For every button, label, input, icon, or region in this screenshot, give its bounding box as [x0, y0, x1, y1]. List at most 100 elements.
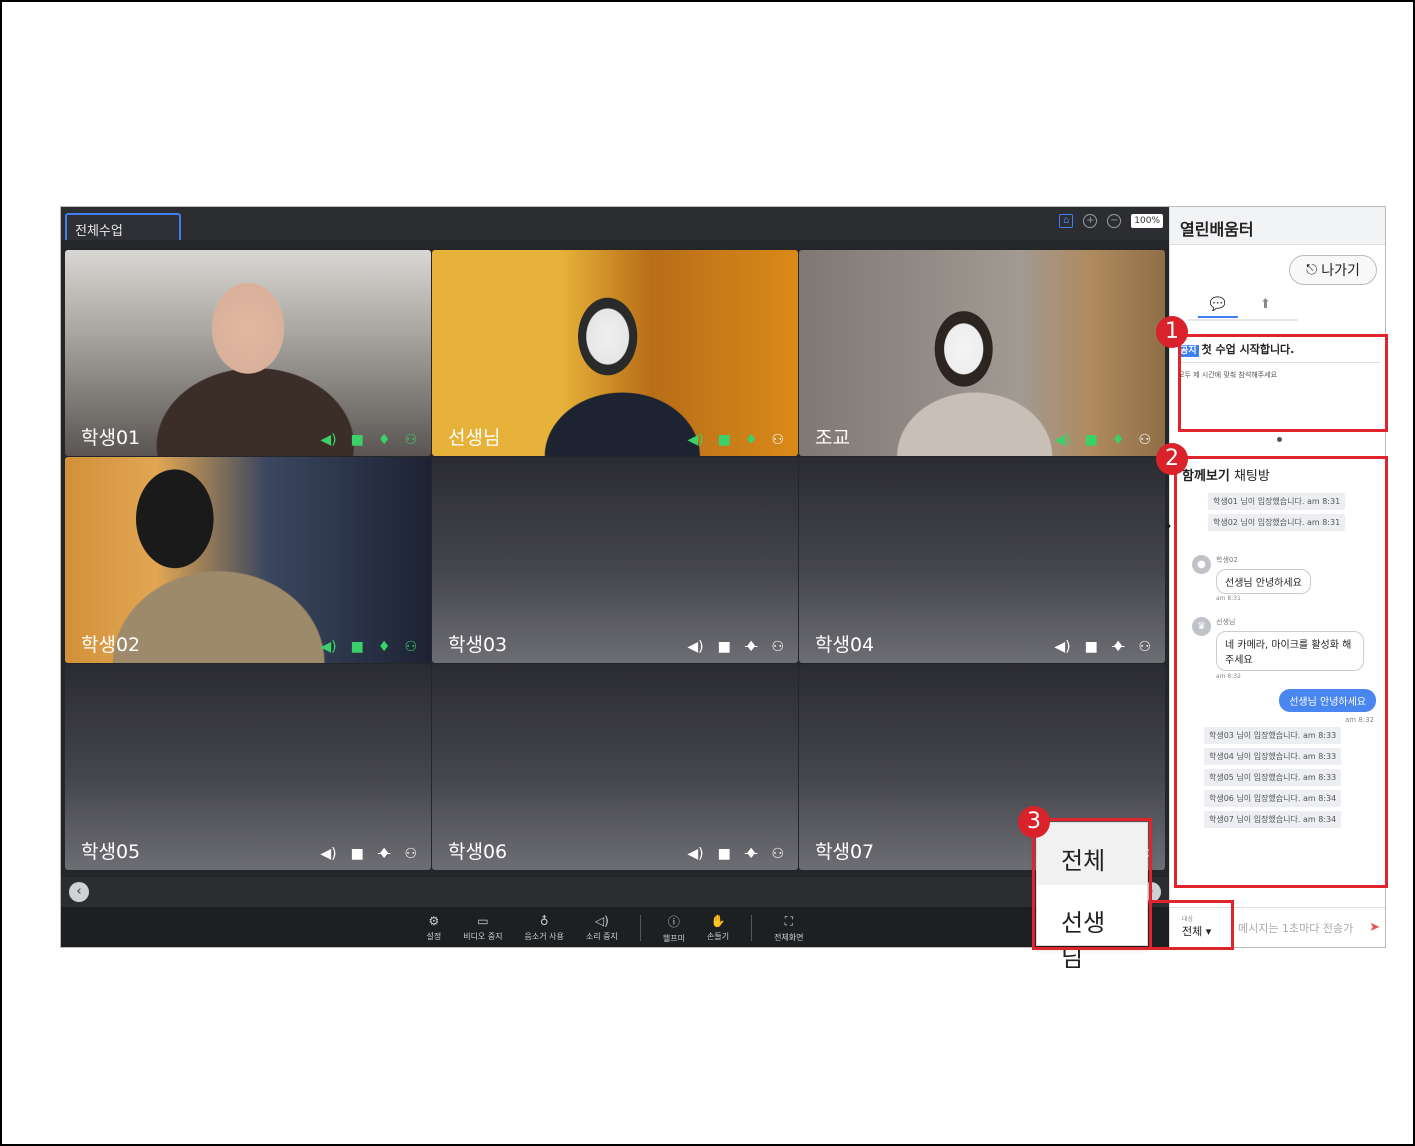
participant-controls: ◀) ■ ♦ ⚇ [320, 432, 417, 448]
message-time: am 8:32 [1344, 716, 1374, 724]
mic-off-icon[interactable]: ♦ [1112, 639, 1125, 655]
speaker-icon[interactable]: ◀) [687, 846, 703, 862]
caret-down-icon: ▾ [1205, 925, 1212, 938]
speaker-icon: ◁) [594, 914, 609, 928]
mic-off-icon[interactable]: ♦ [745, 846, 758, 862]
message-input[interactable]: 메시지는 1초마다 전송가 [1238, 920, 1353, 936]
tab-all-class[interactable]: 전체수업 [65, 213, 181, 240]
view-controls: ⌂ + − 100% [1059, 214, 1163, 228]
lock-icon[interactable]: ⌂ [1059, 214, 1074, 228]
mic-icon[interactable]: ♦ [745, 432, 758, 448]
participant-tile[interactable]: 학생05 ◀) ■ ♦ ⚇ [65, 664, 431, 870]
dropdown-option-teacher[interactable]: 선생님 [1037, 885, 1147, 972]
exit-button[interactable]: ⎋ 나가기 [1289, 255, 1377, 285]
system-message: 학생03 님이 입장했습니다. am 8:33 [1204, 727, 1342, 744]
raise-voice-icon[interactable]: ⚇ [1138, 432, 1151, 448]
speaker-icon[interactable]: ◀) [687, 639, 703, 655]
target-select[interactable]: 전체 ▾ [1178, 920, 1224, 942]
fullscreen-button[interactable]: ⛶ 전체화면 [774, 914, 803, 943]
mute-button[interactable]: ♁ 음소거 사용 [525, 914, 564, 942]
raise-voice-icon[interactable]: ⚇ [404, 432, 417, 448]
video-icon: ▭ [477, 914, 489, 928]
camera-icon[interactable]: ■ [351, 846, 364, 862]
message-bubble: 네 카메라, 마이크를 활성화 해주세요 [1216, 631, 1364, 671]
participant-tile[interactable]: 학생01 ◀) ■ ♦ ⚇ [65, 250, 431, 456]
dropdown-option-all[interactable]: 전체 [1037, 823, 1147, 885]
sidebar-title: 열린배움터 [1170, 207, 1385, 245]
tool-label: 손들기 [706, 932, 730, 941]
participant-tile[interactable]: 조교 ◀) ■ ♦ ⚇ [799, 250, 1165, 456]
raise-voice-icon[interactable]: ⚇ [771, 432, 784, 448]
raise-voice-icon[interactable]: ⚇ [404, 846, 417, 862]
speaker-icon[interactable]: ◀) [320, 846, 336, 862]
collapse-chevron-icon[interactable]: › [1166, 519, 1171, 534]
help-me-button[interactable]: ⓘ 헬프미 [663, 913, 685, 944]
main-video-area: 전체수업 ⌂ + − 100% 학생01 ◀) ■ ♦ ⚇ 선생님 ◀) ■ ♦ ⚇ [61, 207, 1169, 947]
chat-input-row: 대상 전체 ▾ 메시지는 1초마다 전송가 ➤ [1170, 907, 1385, 947]
participant-name: 학생07 [815, 841, 875, 863]
zoom-out-icon[interactable]: − [1107, 214, 1122, 228]
system-message: 학생01 님이 입장했습니다. am 8:31 [1208, 493, 1346, 510]
participant-tile[interactable]: 학생02 ◀) ■ ♦ ⚇ [65, 457, 431, 663]
system-message: 학생06 님이 입장했습니다. am 8:34 [1204, 790, 1342, 807]
my-message-bubble: 선생님 안녕하세요 [1279, 689, 1376, 712]
participant-name: 학생02 [81, 634, 141, 656]
raise-voice-icon[interactable]: ⚇ [771, 846, 784, 862]
participant-name: 선생님 [448, 427, 501, 449]
participant-tile[interactable]: 학생03 ◀) ■ ♦ ⚇ [432, 457, 798, 663]
mic-icon[interactable]: ♦ [1112, 432, 1125, 448]
raise-voice-icon[interactable]: ⚇ [404, 639, 417, 655]
raise-voice-icon[interactable]: ⚇ [1138, 639, 1151, 655]
speaker-icon[interactable]: ◀) [1054, 639, 1070, 655]
speaker-icon[interactable]: ◀) [1054, 432, 1070, 448]
participant-tile[interactable]: 학생04 ◀) ■ ♦ ⚇ [799, 457, 1165, 663]
participant-grid: 학생01 ◀) ■ ♦ ⚇ 선생님 ◀) ■ ♦ ⚇ 조교 ◀) ■ ♦ ⚇ 학생02 [65, 250, 1165, 870]
exit-label: 나가기 [1321, 263, 1360, 279]
previous-page-button[interactable]: ‹ [69, 882, 89, 902]
user-avatar-icon: ● [1192, 555, 1211, 574]
participant-tile[interactable]: 학생06 ◀) ■ ♦ ⚇ [432, 664, 798, 870]
mic-icon[interactable]: ♦ [378, 639, 391, 655]
sidebar-tabs: 💬 ⬆ [1188, 295, 1298, 321]
send-icon[interactable]: ➤ [1369, 920, 1380, 935]
speaker-icon[interactable]: ◀) [687, 432, 703, 448]
camera-icon[interactable]: ■ [1085, 432, 1098, 448]
notice-panel: 공지 첫 수업 시작합니다. 모두 제 시간에 맞춰 참석해주세요 [1178, 341, 1380, 429]
teacher-avatar-icon: ♛ [1192, 617, 1211, 636]
camera-icon[interactable]: ■ [718, 846, 731, 862]
video-stop-button[interactable]: ▭ 비디오 중지 [463, 914, 502, 942]
tool-label: 소리 중지 [585, 932, 618, 941]
sender-name: 선생님 [1216, 618, 1236, 626]
pager-dot[interactable] [1277, 437, 1282, 442]
mic-off-icon[interactable]: ♦ [378, 846, 391, 862]
raise-voice-icon[interactable]: ⚇ [771, 639, 784, 655]
chat-title-bold: 함께보기 [1182, 469, 1230, 484]
callout-number-1: 1 [1156, 316, 1188, 348]
raise-hand-button[interactable]: ✋ 손들기 [707, 914, 729, 942]
camera-icon[interactable]: ■ [351, 432, 364, 448]
camera-icon[interactable]: ■ [1085, 639, 1098, 655]
zoom-in-icon[interactable]: + [1083, 214, 1098, 228]
file-tab-icon[interactable]: ⬆ [1260, 297, 1271, 312]
camera-icon[interactable]: ■ [718, 639, 731, 655]
mic-icon[interactable]: ♦ [378, 432, 391, 448]
participant-controls: ◀) ■ ♦ ⚇ [1054, 639, 1151, 655]
speaker-icon[interactable]: ◀) [320, 432, 336, 448]
sound-stop-button[interactable]: ◁) 소리 중지 [586, 914, 618, 942]
toolbar-divider [751, 915, 753, 941]
sender-name: 학생02 [1216, 556, 1238, 564]
settings-button[interactable]: ⚙ 설정 [426, 914, 441, 942]
chat-tab-icon[interactable]: 💬 [1198, 297, 1238, 318]
system-message: 학생05 님이 입장했습니다. am 8:33 [1204, 769, 1342, 786]
mic-off-icon[interactable]: ♦ [745, 639, 758, 655]
participant-name: 학생03 [448, 634, 508, 656]
speaker-icon[interactable]: ◀) [320, 639, 336, 655]
camera-icon[interactable]: ■ [351, 639, 364, 655]
participant-tile[interactable]: 선생님 ◀) ■ ♦ ⚇ [432, 250, 798, 456]
participant-name: 조교 [815, 427, 850, 449]
hand-icon: ✋ [710, 914, 726, 928]
camera-icon[interactable]: ■ [718, 432, 731, 448]
callout-number-2: 2 [1156, 443, 1188, 475]
chat-room-title: 함께보기 채팅방 [1182, 465, 1270, 484]
participant-name: 학생06 [448, 841, 508, 863]
